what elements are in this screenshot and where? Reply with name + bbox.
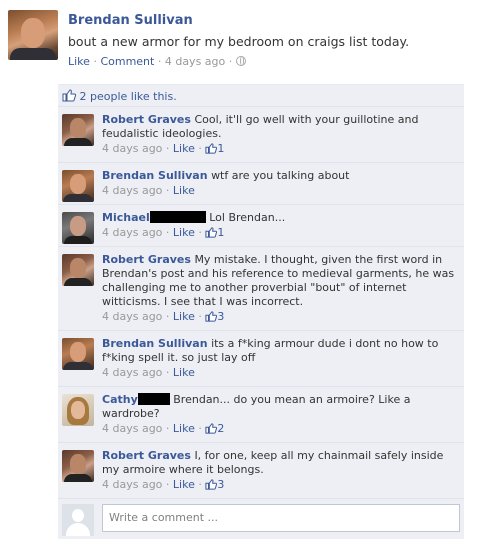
comment-meta: 4 days ago · Like · 2 <box>102 422 225 435</box>
comment-like-count[interactable]: 3 <box>205 310 224 323</box>
commenter-name-link[interactable]: Cathy <box>102 393 138 406</box>
post-timestamp[interactable]: 4 days ago <box>165 55 225 68</box>
likes-count-link[interactable]: 2 people like this. <box>80 90 177 103</box>
thumbs-up-icon <box>205 479 218 490</box>
commenter-name-link[interactable]: Michael <box>102 211 150 224</box>
comment-like-link[interactable]: Like <box>173 184 195 197</box>
comment-timestamp[interactable]: 4 days ago <box>102 422 162 435</box>
comment-like-link[interactable]: Like <box>173 142 195 155</box>
comment-timestamp[interactable]: 4 days ago <box>102 310 162 323</box>
comment-like-count[interactable]: 1 <box>205 226 224 239</box>
redacted-surname <box>149 211 206 223</box>
comment-item: Michael Lol Brendan... 4 days ago · Like … <box>58 205 464 247</box>
commenter-name-link[interactable]: Brendan Sullivan <box>102 169 208 182</box>
comment-meta: 4 days ago · Like · 3 <box>102 478 225 491</box>
post-meta: Like · Comment · 4 days ago · <box>68 55 246 68</box>
likes-summary: 2 people like this. <box>58 85 464 107</box>
like-count-number: 3 <box>217 478 225 491</box>
comment-item: Robert Graves My mistake. I thought, giv… <box>58 247 464 331</box>
redacted-surname <box>137 393 170 405</box>
like-count-number: 3 <box>217 310 225 323</box>
commenter-name-link[interactable]: Brendan Sullivan <box>102 337 208 350</box>
author-avatar[interactable] <box>8 10 58 60</box>
comment-meta: 4 days ago · Like <box>102 366 195 379</box>
thumbs-up-icon <box>205 311 218 322</box>
comment-meta: 4 days ago · Like <box>102 184 195 197</box>
post-text: bout a new armor for my bedroom on craig… <box>68 34 410 49</box>
commenter-avatar[interactable] <box>62 170 94 202</box>
comment-meta: 4 days ago · Like · 1 <box>102 142 225 155</box>
commenter-avatar[interactable] <box>62 254 94 286</box>
comment-text: Lol Brendan... <box>209 211 286 224</box>
comment-timestamp[interactable]: 4 days ago <box>102 478 162 491</box>
globe-icon <box>235 56 246 66</box>
comment-like-count[interactable]: 2 <box>205 422 224 435</box>
comment-text: wtf are you talking about <box>211 169 350 182</box>
comment-timestamp[interactable]: 4 days ago <box>102 142 162 155</box>
commenter-avatar[interactable] <box>62 338 94 370</box>
comments-panel: 2 people like this. Robert Graves Cool, … <box>58 84 464 539</box>
comment-item: Cathy Brendan... do you mean an armoire?… <box>58 387 464 443</box>
comment-meta: 4 days ago · Like · 1 <box>102 226 225 239</box>
like-count-number: 1 <box>217 226 225 239</box>
comment-like-link[interactable]: Like <box>173 310 195 323</box>
commenter-avatar[interactable] <box>62 114 94 146</box>
thumbs-up-icon <box>205 423 218 434</box>
status-post: Brendan Sullivan bout a new armor for my… <box>0 0 484 90</box>
comment-like-link[interactable]: Like <box>173 478 195 491</box>
thumbs-up-icon <box>205 227 218 238</box>
post-author-link[interactable]: Brendan Sullivan <box>68 13 193 28</box>
comment-like-link[interactable]: Like <box>173 226 195 239</box>
comment-like-count[interactable]: 1 <box>205 142 224 155</box>
commenter-avatar[interactable] <box>62 450 94 482</box>
comment-timestamp[interactable]: 4 days ago <box>102 226 162 239</box>
commenter-avatar[interactable] <box>62 212 94 244</box>
comment-item: Robert Graves I, for one, keep all my ch… <box>58 443 464 499</box>
comment-item: Brendan Sullivan its a f*king armour dud… <box>58 331 464 387</box>
comment-input[interactable]: Write a comment ... <box>102 504 460 532</box>
commenter-name-link[interactable]: Robert Graves <box>102 449 191 462</box>
like-count-number: 2 <box>217 422 225 435</box>
comment-timestamp[interactable]: 4 days ago <box>102 366 162 379</box>
commenter-avatar[interactable] <box>62 394 94 426</box>
viewer-avatar <box>62 504 94 536</box>
like-count-number: 1 <box>217 142 225 155</box>
comment-timestamp[interactable]: 4 days ago <box>102 184 162 197</box>
comment-meta: 4 days ago · Like · 3 <box>102 310 225 323</box>
commenter-name-link[interactable]: Robert Graves <box>102 253 191 266</box>
comment-list: Robert Graves Cool, it'll go well with y… <box>58 107 464 499</box>
comment-like-link[interactable]: Like <box>173 366 195 379</box>
write-comment-row: Write a comment ... <box>58 499 464 539</box>
comment-like-link[interactable]: Like <box>173 422 195 435</box>
comment-like-count[interactable]: 3 <box>205 478 224 491</box>
post-comment-link[interactable]: Comment <box>100 55 154 68</box>
post-like-link[interactable]: Like <box>68 55 90 68</box>
thumbs-up-icon <box>205 143 218 154</box>
comment-item: Robert Graves Cool, it'll go well with y… <box>58 107 464 163</box>
thumbs-up-icon <box>62 89 76 102</box>
comment-item: Brendan Sullivan wtf are you talking abo… <box>58 163 464 205</box>
commenter-name-link[interactable]: Robert Graves <box>102 113 191 126</box>
